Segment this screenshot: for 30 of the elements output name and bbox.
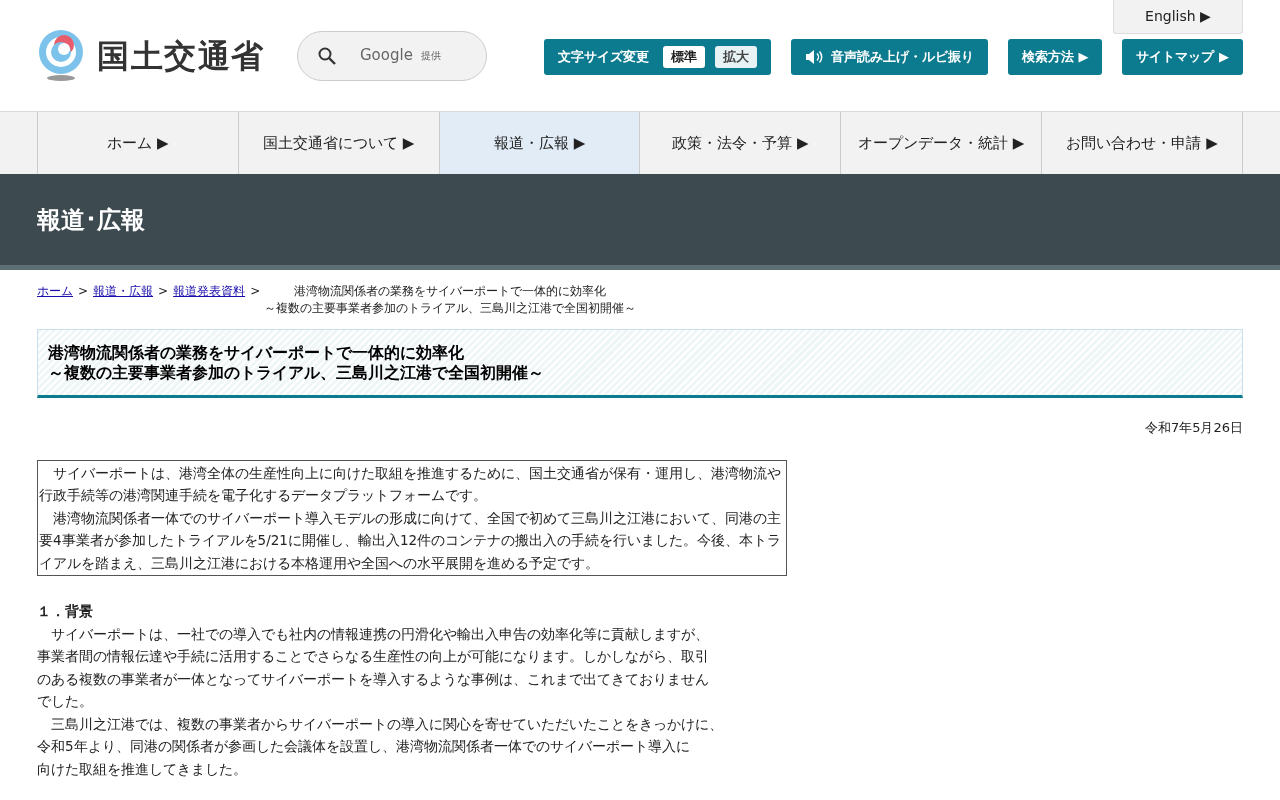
breadcrumb-separator: > [78, 283, 89, 300]
speaker-icon [804, 48, 823, 65]
logo-text: 国土交通省 [97, 35, 265, 77]
search-icon [318, 46, 336, 65]
breadcrumb-separator: > [158, 283, 169, 300]
read-aloud-button[interactable]: 音声読み上げ・ルビ振り [790, 38, 988, 75]
body-paragraph: サイバーポートは、一社での導入でも社内の情報連携の円滑化や輸出入申告の効率化等に貢献しますが、 事業者間の情報伝達や手続に活用することでさらなる生産性の向上が可能になります。しかしながら、取引 のある複数の事業者が一体となってサイバーポートを導入するような事例は、これまで出てきておりません でした。 [37, 624, 710, 711]
banner-title: 報道･広報 [37, 204, 145, 236]
body-paragraph: 三島川之江港では、複数の事業者からサイバーポートの導入に関心を寄せていただいたことをきっかけに、 令和5年より、同港の関係者が参画した会議体を設置し、港湾物流関係者一体でのサイバーポート導入に 向けた取組を推進してきました。 [37, 714, 724, 779]
breadcrumb-link[interactable]: 報道発表資料 [173, 283, 246, 300]
breadcrumb-current: 港湾物流関係者の業務をサイバーポートで一体的に効率化 ～複数の主要事業者参加のトライアル、三島川之江港で全国初開催～ [264, 283, 637, 317]
logo-mark-icon [37, 29, 85, 82]
search-provider: 提供 [420, 49, 441, 63]
summary-paragraph: 港湾物流関係者一体でのサイバーポート導入モデルの形成に向けて、全国で初めて三島川之江港において、同港の主 要4事業者が参加したトライアルを5/21に開催し、輸出入12件のコンテナの搬出入の手続を行いました。今後、本トラ イアルを踏まえ、三島川之江港における本格運用や全国への水平展開を進める予定です。 [39, 508, 783, 573]
search-placeholder: Google [360, 45, 413, 67]
section-heading: １．背景 [37, 602, 94, 621]
breadcrumb-separator: > [250, 283, 261, 300]
font-size-label: 文字サイズ変更 [557, 47, 649, 66]
summary-paragraph: サイバーポートは、港湾全体の生産性向上に向けた取組を推進するために、国土交通省が保有・運用し、港湾物流や 行政手続等の港湾関連手続を電子化するデータプラットフォームです。 [39, 463, 782, 505]
font-size-option[interactable]: 拡大 [714, 45, 757, 68]
search-field[interactable]: Google 提供 [297, 30, 487, 81]
nav-tab[interactable]: 報道・広報 ▶ [438, 112, 640, 174]
page-title: 港湾物流関係者の業務をサイバーポートで一体的に効率化 ～複数の主要事業者参加のトライアル、三島川之江港で全国初開催～ [48, 343, 545, 383]
font-size-option[interactable]: 標準 [662, 45, 705, 68]
breadcrumb-link[interactable]: 報道・広報 [93, 283, 154, 300]
header-link-button[interactable]: 検索方法 ▶ [1007, 38, 1103, 75]
header-link-button[interactable]: サイトマップ ▶ [1122, 38, 1243, 75]
english-button[interactable]: English ▶ [1113, 0, 1243, 34]
date-text: 令和7年5月26日 [1144, 419, 1243, 437]
breadcrumb-link[interactable]: ホーム [37, 283, 73, 300]
